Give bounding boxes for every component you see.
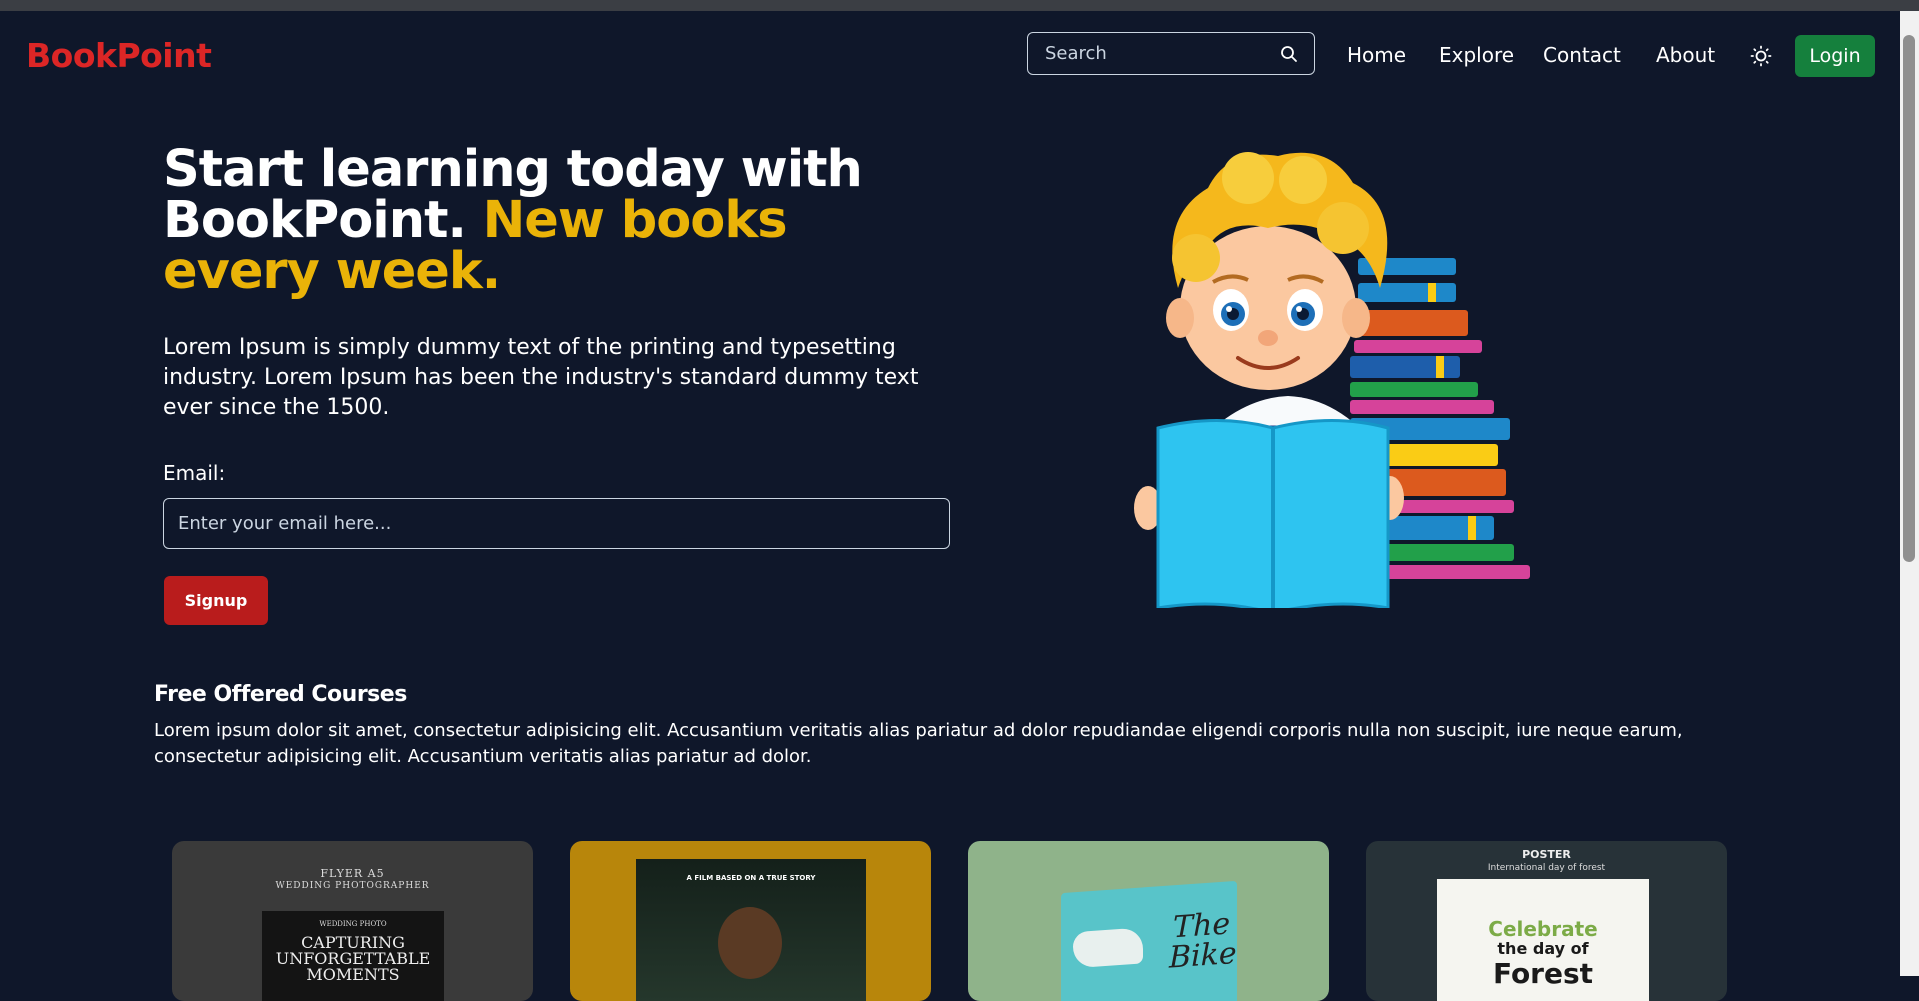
- navbar: BookPoint Home Explore Contact About Log…: [0, 11, 1900, 97]
- courses-section-title: Free Offered Courses: [154, 682, 407, 707]
- card-cover: WEDDING PHOTO CAPTURING UNFORGETTABLE MO…: [262, 911, 444, 1001]
- card-cover: Celebrate the day of Forest: [1437, 879, 1649, 1001]
- course-card-film-poster[interactable]: A FILM BASED ON A TRUE STORY: [570, 841, 931, 1001]
- card-label: MOMENTS: [306, 965, 400, 984]
- email-input[interactable]: [163, 498, 950, 549]
- search-box[interactable]: [1027, 32, 1315, 75]
- open-book-icon: [1156, 419, 1390, 608]
- search-icon[interactable]: [1280, 45, 1298, 63]
- card-label: A FILM BASED ON A TRUE STORY: [686, 874, 816, 882]
- course-card-the-bike[interactable]: The Bike: [968, 841, 1329, 1001]
- signup-button[interactable]: Signup: [164, 576, 268, 625]
- email-label: Email:: [163, 461, 226, 485]
- scroll-thumb[interactable]: [1903, 35, 1915, 562]
- boy-reading-books-illustration: [1134, 152, 1530, 608]
- login-button[interactable]: Login: [1795, 35, 1875, 77]
- search-input[interactable]: [1029, 34, 1259, 73]
- nav-explore[interactable]: Explore: [1439, 43, 1514, 67]
- cloud-icon: [1073, 927, 1143, 969]
- page-scrollbar[interactable]: [1900, 11, 1919, 976]
- card-label: Celebrate: [1488, 917, 1598, 941]
- logo[interactable]: BookPoint: [26, 36, 212, 75]
- hero-title: Start learning today with BookPoint. New…: [163, 144, 943, 297]
- card-label: FLYER A5: [320, 867, 385, 880]
- nav-about[interactable]: About: [1656, 43, 1715, 67]
- card-label: Bike: [1169, 935, 1237, 976]
- card-label: the day of: [1497, 939, 1589, 958]
- card-cover: The Bike: [1061, 880, 1237, 1001]
- browser-top-strip: [0, 0, 1919, 11]
- nav-home[interactable]: Home: [1347, 43, 1406, 67]
- card-label: WEDDING PHOTO: [319, 920, 387, 928]
- courses-section-description: Lorem ipsum dolor sit amet, consectetur …: [154, 720, 1683, 767]
- card-label: International day of forest: [1487, 863, 1606, 873]
- course-card-wedding-flyer[interactable]: FLYER A5 WEDDING PHOTOGRAPHER WEDDING PH…: [172, 841, 533, 1001]
- card-label: POSTER: [1522, 848, 1571, 861]
- hero-description: Lorem Ipsum is simply dummy text of the …: [163, 335, 919, 420]
- card-label: Forest: [1492, 957, 1594, 990]
- card-cover: A FILM BASED ON A TRUE STORY: [636, 859, 866, 1001]
- course-card-forest-poster[interactable]: POSTER International day of forest Celeb…: [1366, 841, 1727, 1001]
- sun-icon[interactable]: [1750, 45, 1772, 67]
- nav-contact[interactable]: Contact: [1543, 43, 1621, 67]
- portrait-image: [718, 907, 782, 979]
- card-label: WEDDING PHOTOGRAPHER: [275, 881, 430, 891]
